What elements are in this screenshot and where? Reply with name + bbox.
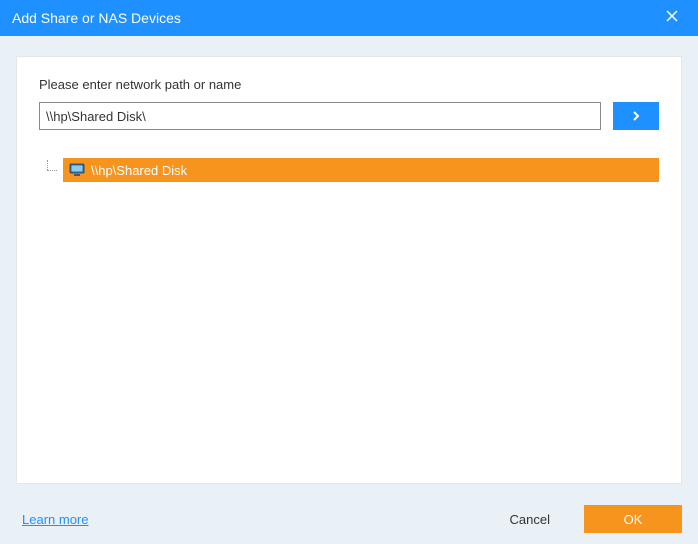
main-card: Please enter network path or name xyxy=(16,56,682,484)
tree-item-label: \\hp\Shared Disk xyxy=(91,163,187,178)
dialog-title: Add Share or NAS Devices xyxy=(12,10,658,26)
prompt-label: Please enter network path or name xyxy=(39,77,659,92)
tree-row: \\hp\Shared Disk xyxy=(43,158,659,182)
footer: Learn more Cancel OK xyxy=(0,494,698,544)
tree-item-share[interactable]: \\hp\Shared Disk xyxy=(63,158,659,182)
close-button[interactable] xyxy=(658,4,686,32)
network-path-input[interactable] xyxy=(39,102,601,130)
cancel-button[interactable]: Cancel xyxy=(490,505,570,533)
input-row xyxy=(39,102,659,130)
monitor-icon xyxy=(69,163,85,177)
results-tree: \\hp\Shared Disk xyxy=(39,158,659,182)
learn-more-link[interactable]: Learn more xyxy=(22,512,88,527)
close-icon xyxy=(666,9,678,27)
tree-connector-icon xyxy=(43,160,63,180)
ok-button[interactable]: OK xyxy=(584,505,682,533)
chevron-right-icon xyxy=(631,110,641,122)
go-button[interactable] xyxy=(613,102,659,130)
dialog-window: Add Share or NAS Devices Please enter ne… xyxy=(0,0,698,544)
content-area: Please enter network path or name xyxy=(0,36,698,494)
titlebar: Add Share or NAS Devices xyxy=(0,0,698,36)
